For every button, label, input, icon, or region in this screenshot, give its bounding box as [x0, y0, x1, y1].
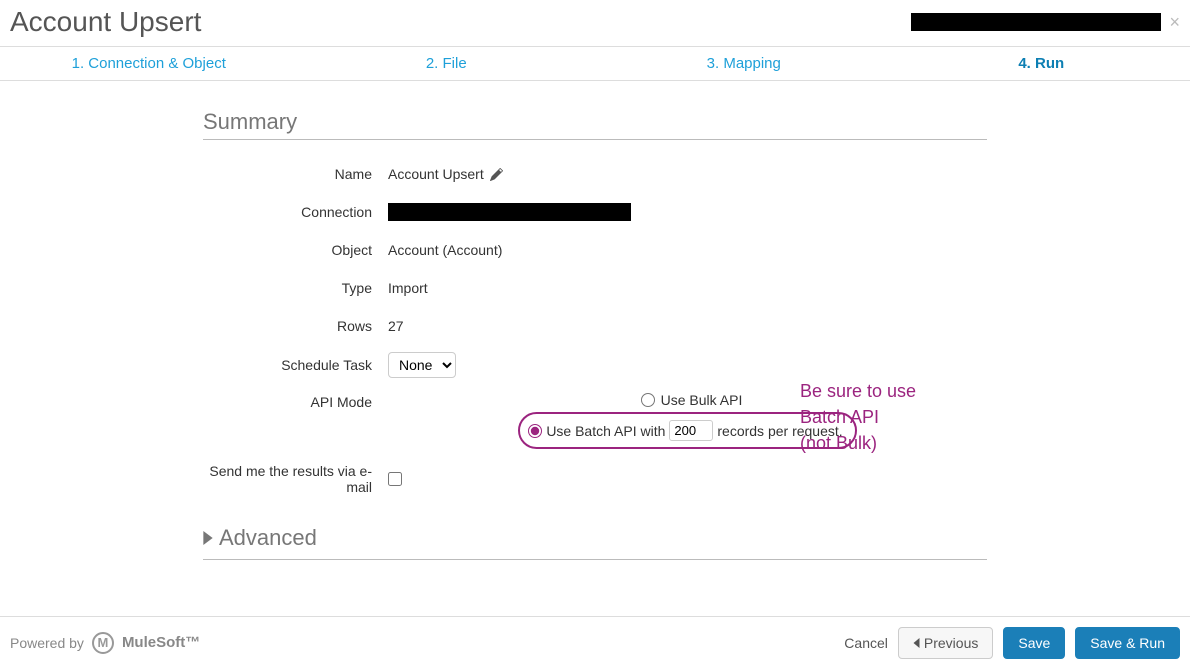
header-redacted [911, 13, 1161, 31]
label-email-results: Send me the results via e-mail [203, 463, 388, 495]
label-api-mode: API Mode [203, 392, 388, 410]
value-type: Import [388, 280, 987, 296]
radio-bulk-api-label: Use Bulk API [661, 392, 743, 408]
close-icon[interactable]: × [1169, 12, 1180, 33]
caret-left-icon [913, 638, 920, 648]
tab-run[interactable]: 4. Run [893, 47, 1190, 80]
summary-heading: Summary [203, 109, 987, 140]
email-results-checkbox[interactable] [388, 472, 402, 486]
pencil-icon[interactable] [490, 168, 503, 181]
save-run-button[interactable]: Save & Run [1075, 627, 1180, 659]
radio-bulk-api[interactable] [641, 393, 655, 407]
powered-by-label: Powered by [10, 635, 84, 651]
callout-annotation: Be sure to use Batch API (not Bulk) [800, 378, 916, 456]
label-name: Name [203, 166, 388, 182]
chevron-right-icon [203, 531, 213, 545]
label-connection: Connection [203, 204, 388, 220]
tab-mapping[interactable]: 3. Mapping [595, 47, 893, 80]
previous-button[interactable]: Previous [898, 627, 993, 659]
step-tabs: 1. Connection & Object 2. File 3. Mappin… [0, 47, 1190, 81]
mulesoft-brand: MuleSoft™ [122, 634, 200, 651]
advanced-heading: Advanced [219, 525, 317, 551]
value-connection-redacted [388, 203, 631, 221]
schedule-select[interactable]: None [388, 352, 456, 378]
value-object: Account (Account) [388, 242, 987, 258]
batch-size-input[interactable] [669, 420, 713, 441]
cancel-button[interactable]: Cancel [844, 635, 888, 651]
value-name: Account Upsert [388, 166, 484, 182]
mulesoft-logo-icon: M [92, 632, 114, 654]
advanced-toggle[interactable]: Advanced [203, 519, 987, 560]
batch-prefix: Use Batch API with [546, 423, 665, 439]
page-title: Account Upsert [10, 6, 201, 38]
label-object: Object [203, 242, 388, 258]
tab-file[interactable]: 2. File [298, 47, 596, 80]
label-schedule: Schedule Task [203, 357, 388, 373]
radio-batch-api[interactable] [528, 424, 542, 438]
tab-connection[interactable]: 1. Connection & Object [0, 47, 298, 80]
label-type: Type [203, 280, 388, 296]
save-button[interactable]: Save [1003, 627, 1065, 659]
label-rows: Rows [203, 318, 388, 334]
value-rows: 27 [388, 318, 987, 334]
